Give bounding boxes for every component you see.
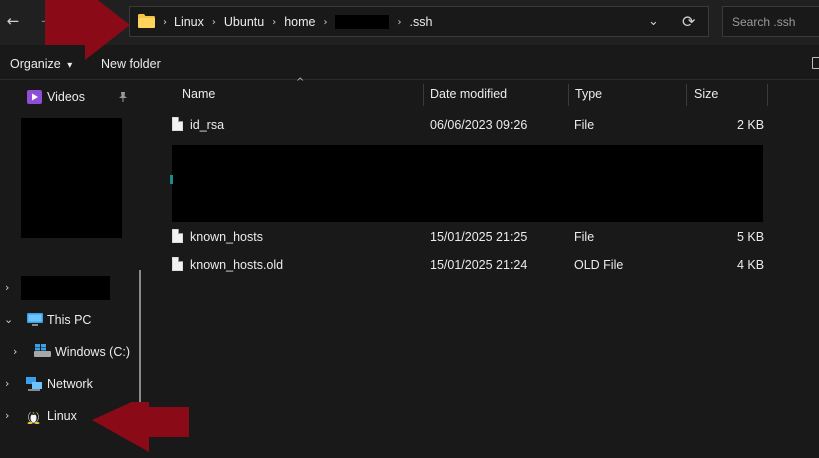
address-bar[interactable]: › Linux › Ubuntu › home › › .ssh ⌄ ⟳ [129,6,709,37]
videos-icon [27,90,42,104]
redacted-rows [172,145,763,222]
annotation-arrow-icon [92,402,189,452]
file-type: File [574,118,595,132]
column-header-date-modified[interactable]: Date modified [430,87,507,101]
breadcrumb: Linux › Ubuntu › home › › .ssh [174,15,432,29]
sidebar-item-label: Videos [47,90,85,104]
column-divider[interactable] [767,84,768,106]
column-header-name[interactable]: Name [182,87,215,101]
file-date: 06/06/2023 09:26 [430,118,528,132]
file-name: known_hosts.old [190,258,284,272]
sidebar-item-videos[interactable]: Videos [0,86,140,108]
linux-penguin-icon [27,409,40,424]
address-dropdown-icon[interactable]: ⌄ [648,14,659,29]
file-icon [172,117,183,131]
sidebar-item-label: This PC [47,313,92,327]
breadcrumb-chevron-icon: › [397,16,402,28]
drive-icon [34,344,51,357]
sidebar-item-redacted[interactable]: › [0,276,140,300]
column-header-type[interactable]: Type [575,87,602,101]
file-date: 15/01/2025 21:24 [430,258,528,272]
file-type: File [574,230,595,244]
file-row[interactable]: known_hosts.old 15/01/2025 21:24 OLD Fil… [150,255,770,277]
breadcrumb-item-linux[interactable]: Linux [174,15,204,29]
sidebar-item-this-pc[interactable]: ⌄ This PC [0,309,140,331]
file-size: 2 KB [737,118,765,132]
chevron-right-icon: › [13,345,18,358]
pin-icon [119,92,127,102]
column-divider[interactable] [423,84,424,106]
breadcrumb-item-ubuntu[interactable]: Ubuntu [224,15,264,29]
back-button[interactable]: ← [2,10,24,32]
details-pane-icon[interactable] [812,57,819,69]
folder-icon [138,14,155,28]
caret-down-icon: ▾ [67,60,73,71]
file-type: OLD File [574,258,624,272]
column-divider[interactable] [686,84,687,106]
refresh-icon[interactable]: ⟳ [682,12,695,31]
computer-icon [27,313,43,326]
file-row[interactable]: id_rsa 06/06/2023 09:26 File 2 KB [150,115,770,137]
network-icon [26,377,42,391]
breadcrumb-item-home[interactable]: home [284,15,315,29]
file-name: id_rsa [190,118,225,132]
sidebar-item-label: Linux [47,409,77,423]
file-date: 15/01/2025 21:25 [430,230,528,244]
breadcrumb-chevron-icon: › [272,16,277,28]
chevron-down-icon: ⌄ [4,313,14,326]
sort-ascending-icon: ^ [296,77,305,88]
chevron-right-icon: › [5,281,10,294]
column-divider[interactable] [568,84,569,106]
sidebar-item-label: Windows (C:) [55,345,131,359]
file-icon [172,257,183,271]
file-size: 5 KB [737,230,765,244]
column-header-size[interactable]: Size [694,87,718,101]
chevron-right-icon: › [5,377,10,390]
sidebar-item-network[interactable]: › Network [0,373,140,395]
breadcrumb-chevron-icon: › [211,16,216,28]
search-placeholder: Search .ssh [732,15,796,29]
file-list: ^ Name Date modified Type Size id_rsa 06… [150,77,819,458]
file-row[interactable]: known_hosts 15/01/2025 21:25 File 5 KB [150,227,770,249]
redacted-edge-marker [170,175,173,184]
file-name: known_hosts [190,230,263,244]
redacted-region [21,118,122,238]
search-input[interactable]: Search .ssh [722,6,819,37]
breadcrumb-item-ssh[interactable]: .ssh [409,15,432,29]
chevron-right-icon: › [5,409,10,422]
file-size: 4 KB [737,258,765,272]
back-arrow-icon: ← [6,12,20,30]
breadcrumb-chevron-icon: › [323,16,328,28]
file-icon [172,229,183,243]
sidebar-item-windows-c[interactable]: › Windows (C:) [0,341,140,363]
redacted-label [21,276,110,300]
sidebar-item-label: Network [47,377,93,391]
breadcrumb-chevron-icon: › [163,17,167,28]
annotation-arrow-icon [45,0,130,60]
breadcrumb-item-redacted-user[interactable] [335,15,390,29]
